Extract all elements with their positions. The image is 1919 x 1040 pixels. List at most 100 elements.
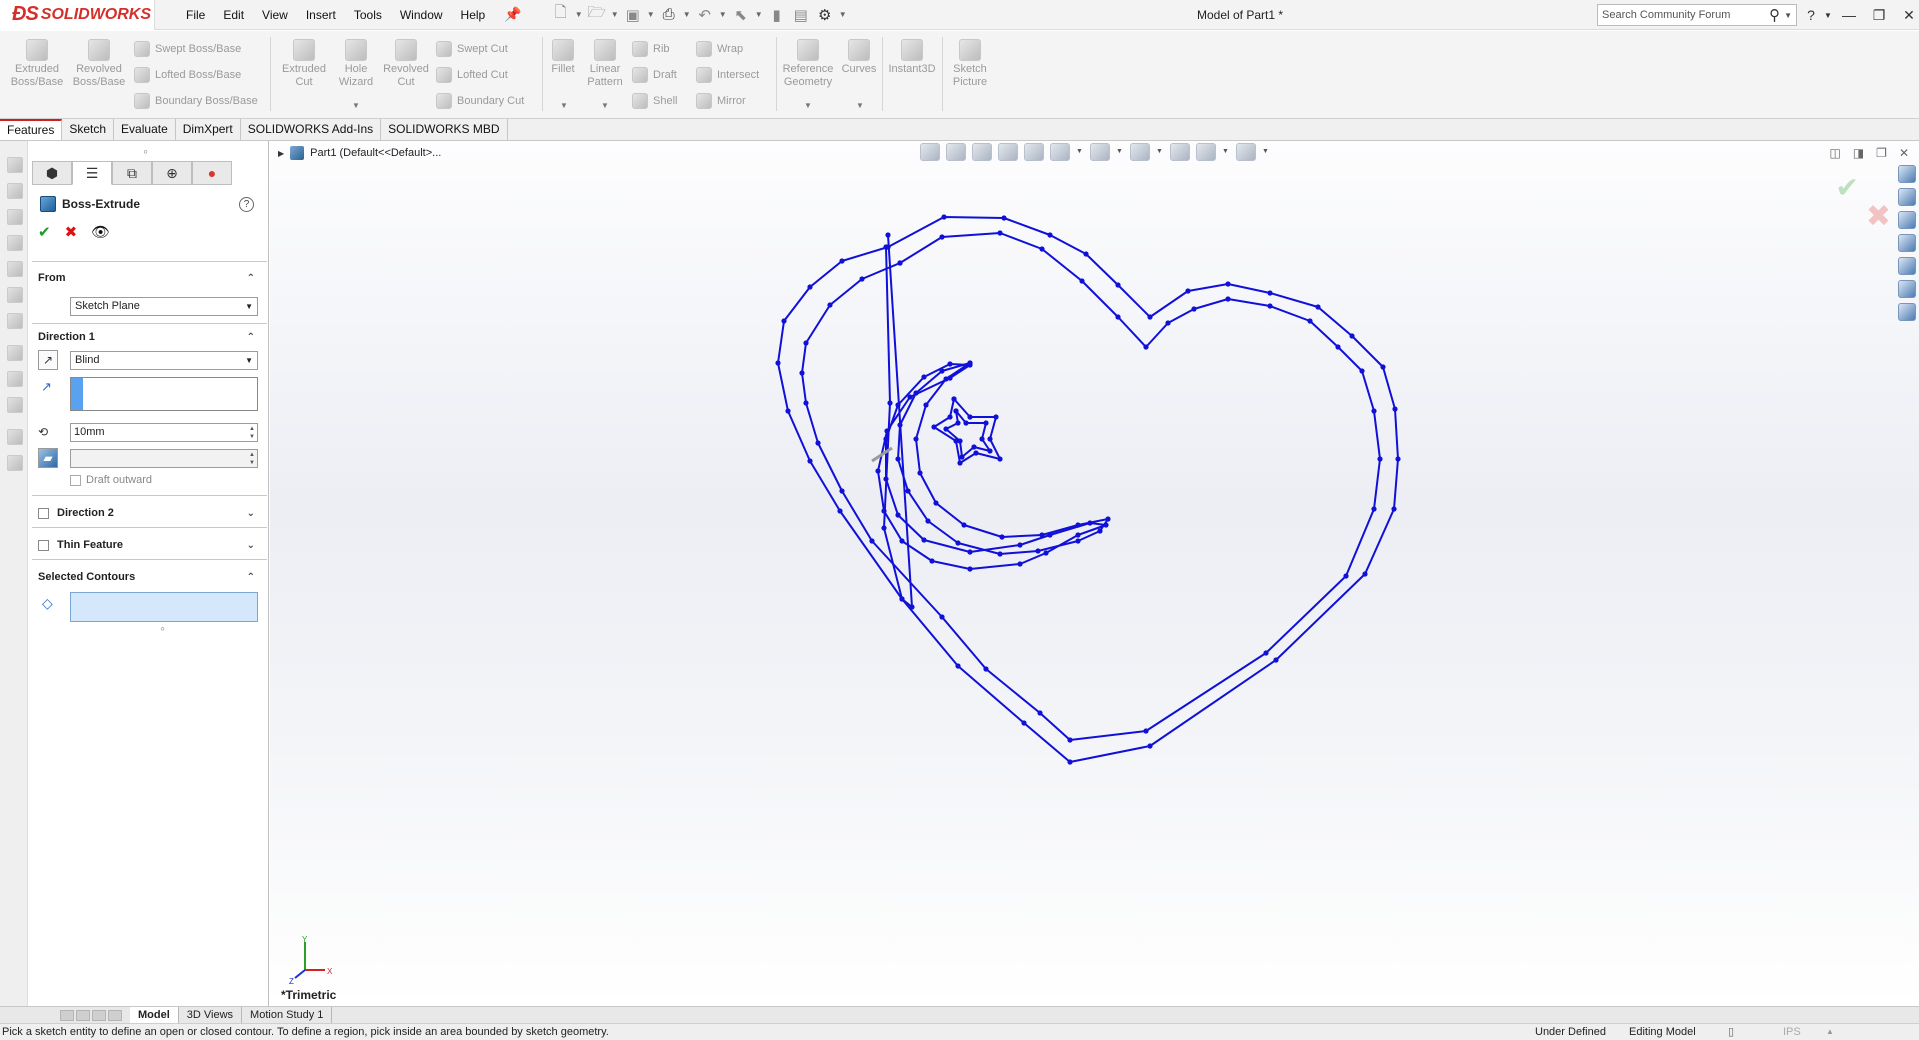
scroll-prev-icon[interactable] (76, 1009, 90, 1021)
panel-grip-icon[interactable]: ⸰ (143, 145, 148, 158)
sketch-vertex[interactable] (957, 438, 963, 444)
preview-eye-icon[interactable]: 👁 (91, 223, 110, 241)
swept-cut-button[interactable]: Swept Cut (436, 41, 508, 57)
end-condition-select[interactable]: Blind ▼ (70, 351, 258, 370)
sketch-vertex[interactable] (913, 390, 919, 396)
display-manager-tab-icon[interactable]: ● (192, 161, 232, 185)
sketch-vertex[interactable] (815, 440, 821, 446)
sketch-vertex[interactable] (899, 596, 905, 602)
sketch-vertex[interactable] (1115, 282, 1121, 288)
sketch-vertex[interactable] (897, 260, 903, 266)
strip-mirror-icon[interactable] (7, 429, 23, 445)
undo-icon[interactable]: ↶ (694, 6, 716, 24)
collapse-chevron-icon[interactable]: ⌃ (247, 273, 255, 284)
lofted-boss-button[interactable]: Lofted Boss/Base (134, 67, 241, 83)
sketch-vertex[interactable] (997, 456, 1003, 462)
sketch-vertex[interactable] (883, 244, 889, 250)
save-dropdown-icon[interactable]: ▼ (646, 10, 656, 19)
sketch-vertex[interactable] (967, 360, 973, 366)
strip-revolve-icon[interactable] (7, 183, 23, 199)
sketch-vertex[interactable] (1047, 232, 1053, 238)
sketch-vertex[interactable] (881, 525, 887, 531)
scroll-next-icon[interactable] (92, 1009, 106, 1021)
sketch-vertex[interactable] (881, 508, 887, 514)
sketch-vertex[interactable] (1380, 364, 1386, 370)
sketch-vertex[interactable] (983, 420, 989, 426)
sketch-vertex[interactable] (979, 436, 985, 442)
sketch-vertex[interactable] (1143, 344, 1149, 350)
divider-line-contour[interactable] (883, 234, 913, 608)
sketch-vertex[interactable] (807, 284, 813, 290)
print-icon[interactable]: ⎙ (658, 6, 680, 23)
sketch-vertex[interactable] (1315, 304, 1321, 310)
strip-loft-icon[interactable] (7, 209, 23, 225)
help-dropdown-icon[interactable]: ▼ (1822, 11, 1834, 20)
feature-manager-tab-icon[interactable]: ⬢ (32, 161, 72, 185)
sketch-vertex[interactable] (775, 360, 781, 366)
draft-angle-icon[interactable]: ▰ (38, 448, 58, 468)
sketch-vertex[interactable] (895, 456, 901, 462)
rebuild-status-icon[interactable]: ▯ (1728, 1024, 1734, 1040)
direction1-group-header[interactable]: Direction 1 ⌃ (38, 331, 263, 343)
linear-pattern-dropdown-icon[interactable]: ▼ (601, 101, 609, 110)
thin-feature-checkbox[interactable] (38, 539, 49, 551)
sketch-vertex[interactable] (1067, 737, 1073, 743)
wrap-button[interactable]: Wrap (696, 41, 743, 57)
sketch-vertex[interactable] (1087, 520, 1093, 526)
sketch-vertex[interactable] (1225, 281, 1231, 287)
selected-contours-group-header[interactable]: Selected Contours ⌃ (38, 571, 263, 583)
revolved-boss-button[interactable]: Revolved Boss/Base (68, 39, 130, 89)
sketch-vertex[interactable] (931, 424, 937, 430)
sketch-vertex[interactable] (983, 666, 989, 672)
select-icon[interactable]: ⬉ (730, 6, 752, 24)
strip-hole-icon[interactable] (7, 371, 23, 387)
shell-button[interactable]: Shell (632, 93, 677, 109)
sketch-vertex[interactable] (1143, 728, 1149, 734)
sketch-vertex[interactable] (899, 538, 905, 544)
reverse-direction-icon[interactable]: ↗ (38, 350, 58, 370)
tab-sketch[interactable]: Sketch (62, 119, 115, 140)
direction-vector-field[interactable] (70, 377, 258, 411)
sketch-vertex[interactable] (939, 368, 945, 374)
sketch-vertex[interactable] (895, 512, 901, 518)
sketch-vertex[interactable] (1047, 532, 1053, 538)
collapse-chevron-icon[interactable]: ⌃ (247, 572, 255, 583)
revolved-cut-button[interactable]: Revolved Cut (380, 39, 432, 89)
sketch-vertex[interactable] (1185, 288, 1191, 294)
sketch-vertex[interactable] (1359, 368, 1365, 374)
sketch-vertex[interactable] (925, 518, 931, 524)
depth-input[interactable]: 10mm ▲ ▼ (70, 423, 258, 442)
sketch-vertex[interactable] (939, 614, 945, 620)
sketch-vertex[interactable] (947, 361, 953, 367)
sketch-vertex[interactable] (923, 402, 929, 408)
sketch-vertex[interactable] (1105, 516, 1111, 522)
sketch-vertex[interactable] (953, 408, 959, 414)
print-dropdown-icon[interactable]: ▼ (682, 10, 692, 19)
rebuild-icon[interactable]: ▮ (766, 6, 788, 24)
sketch-vertex[interactable] (1307, 318, 1313, 324)
menu-view[interactable]: View (253, 0, 297, 30)
new-dropdown-icon[interactable]: ▼ (574, 10, 584, 19)
sketch-vertex[interactable] (1391, 506, 1397, 512)
spin-arrows-icon[interactable]: ▲ ▼ (249, 425, 255, 441)
curves-button[interactable]: Curves (840, 39, 878, 76)
sketch-vertex[interactable] (905, 488, 911, 494)
hole-wizard-button[interactable]: Hole Wizard (334, 39, 378, 89)
sketch-vertex[interactable] (963, 420, 969, 426)
sketch-vertex[interactable] (827, 302, 833, 308)
property-manager-tab-icon[interactable]: ☰ (72, 161, 112, 185)
sketch-vertex[interactable] (1103, 522, 1109, 528)
options-dropdown-icon[interactable]: ▼ (838, 10, 848, 19)
tab-motion-study[interactable]: Motion Study 1 (242, 1007, 333, 1023)
sketch-vertex[interactable] (943, 376, 949, 382)
sketch-vertex[interactable] (941, 214, 947, 220)
tab-3d-views[interactable]: 3D Views (179, 1007, 243, 1023)
menu-window[interactable]: Window (391, 0, 452, 30)
sketch-vertex[interactable] (1039, 246, 1045, 252)
sketch-vertex[interactable] (929, 558, 935, 564)
sketch-vertex[interactable] (1097, 528, 1103, 534)
tab-mbd[interactable]: SOLIDWORKS MBD (381, 119, 508, 140)
strip-pattern-icon[interactable] (7, 397, 23, 413)
strip-reference-icon[interactable] (7, 455, 23, 471)
sketch-vertex[interactable] (1371, 506, 1377, 512)
